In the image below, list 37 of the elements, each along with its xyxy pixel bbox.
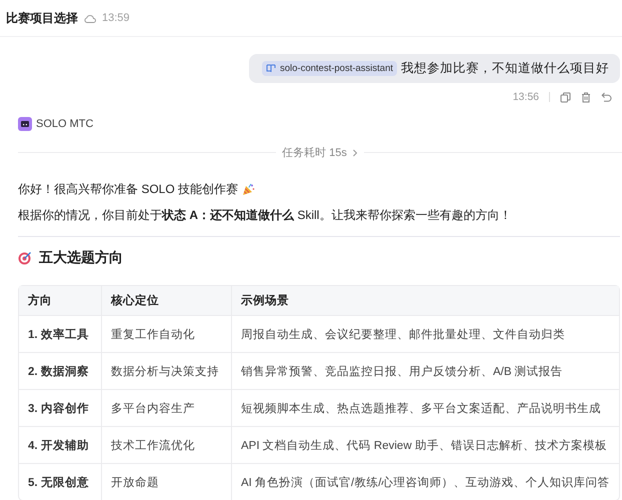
assistant-name: SOLO MTC <box>36 118 94 130</box>
column-header: 核心定位 <box>101 286 231 315</box>
table-cell-text: 2. 数据洞察 <box>27 364 90 380</box>
book-icon <box>266 64 276 73</box>
table-cell: 短视频脚本生成、热点选题推荐、多平台文案适配、产品说明书生成 <box>231 390 619 426</box>
section-heading: 五大选题方向 <box>39 249 123 267</box>
table-cell: 数据分析与决策支持 <box>101 353 231 389</box>
cloud-icon <box>84 14 96 22</box>
table-cell: 多平台内容生产 <box>101 390 231 426</box>
reply-paragraph: 你好！很高兴帮你准备 SOLO 技能创作赛 <box>18 180 238 198</box>
table-cell: 开放命题 <box>101 464 231 500</box>
bot-avatar-icon <box>18 117 32 131</box>
table-cell: AI 角色扮演（面试官/教练/心理咨询师）、互动游戏、个人知识库问答 <box>231 464 619 500</box>
table-cell-text: 4. 开发辅助 <box>27 438 90 454</box>
table-cell: 销售异常预警、竞品监控日报、用户反馈分析、A/B 测试报告 <box>231 353 619 389</box>
table-cell: 技术工作流优化 <box>101 427 231 463</box>
table-cell-text: 3. 内容创作 <box>27 401 90 416</box>
column-header: 示例场景 <box>231 286 619 315</box>
chat-title: 比赛项目选择 <box>6 10 78 26</box>
copy-icon[interactable] <box>560 92 571 102</box>
table-cell: API 文档自动生成、代码 Review 助手、错误日志解析、技术方案模板 <box>231 427 619 463</box>
table-cell: 重复工作自动化 <box>101 316 231 352</box>
delete-icon[interactable] <box>581 92 591 102</box>
user-message-text: 我想参加比赛，不知道做什么项目好 <box>401 60 609 77</box>
table-cell-text: 1. 效率工具 <box>27 327 90 342</box>
undo-icon[interactable] <box>601 92 612 102</box>
task-time-toggle[interactable]: 任务耗时 15s <box>282 145 358 160</box>
message-time: 13:56 <box>512 91 539 103</box>
table-cell: 周报自动生成、会议纪要整理、邮件批量处理、文件自动归类 <box>231 316 619 352</box>
chevron-icon <box>352 148 358 156</box>
party-popper-icon <box>242 182 256 196</box>
save-time: 13:59 <box>102 12 130 24</box>
target-icon <box>18 251 32 265</box>
skill-tag[interactable]: solo-contest-post-assistant <box>262 61 397 76</box>
reply-paragraph: 根据你的情况，你目前处于状态 A：还不知道做什么 Skill。让我来帮你探索一些有趣的方向！ <box>18 206 512 224</box>
column-header: 方向 <box>26 293 53 309</box>
table-cell-text: 5. 无限创意 <box>27 475 90 490</box>
